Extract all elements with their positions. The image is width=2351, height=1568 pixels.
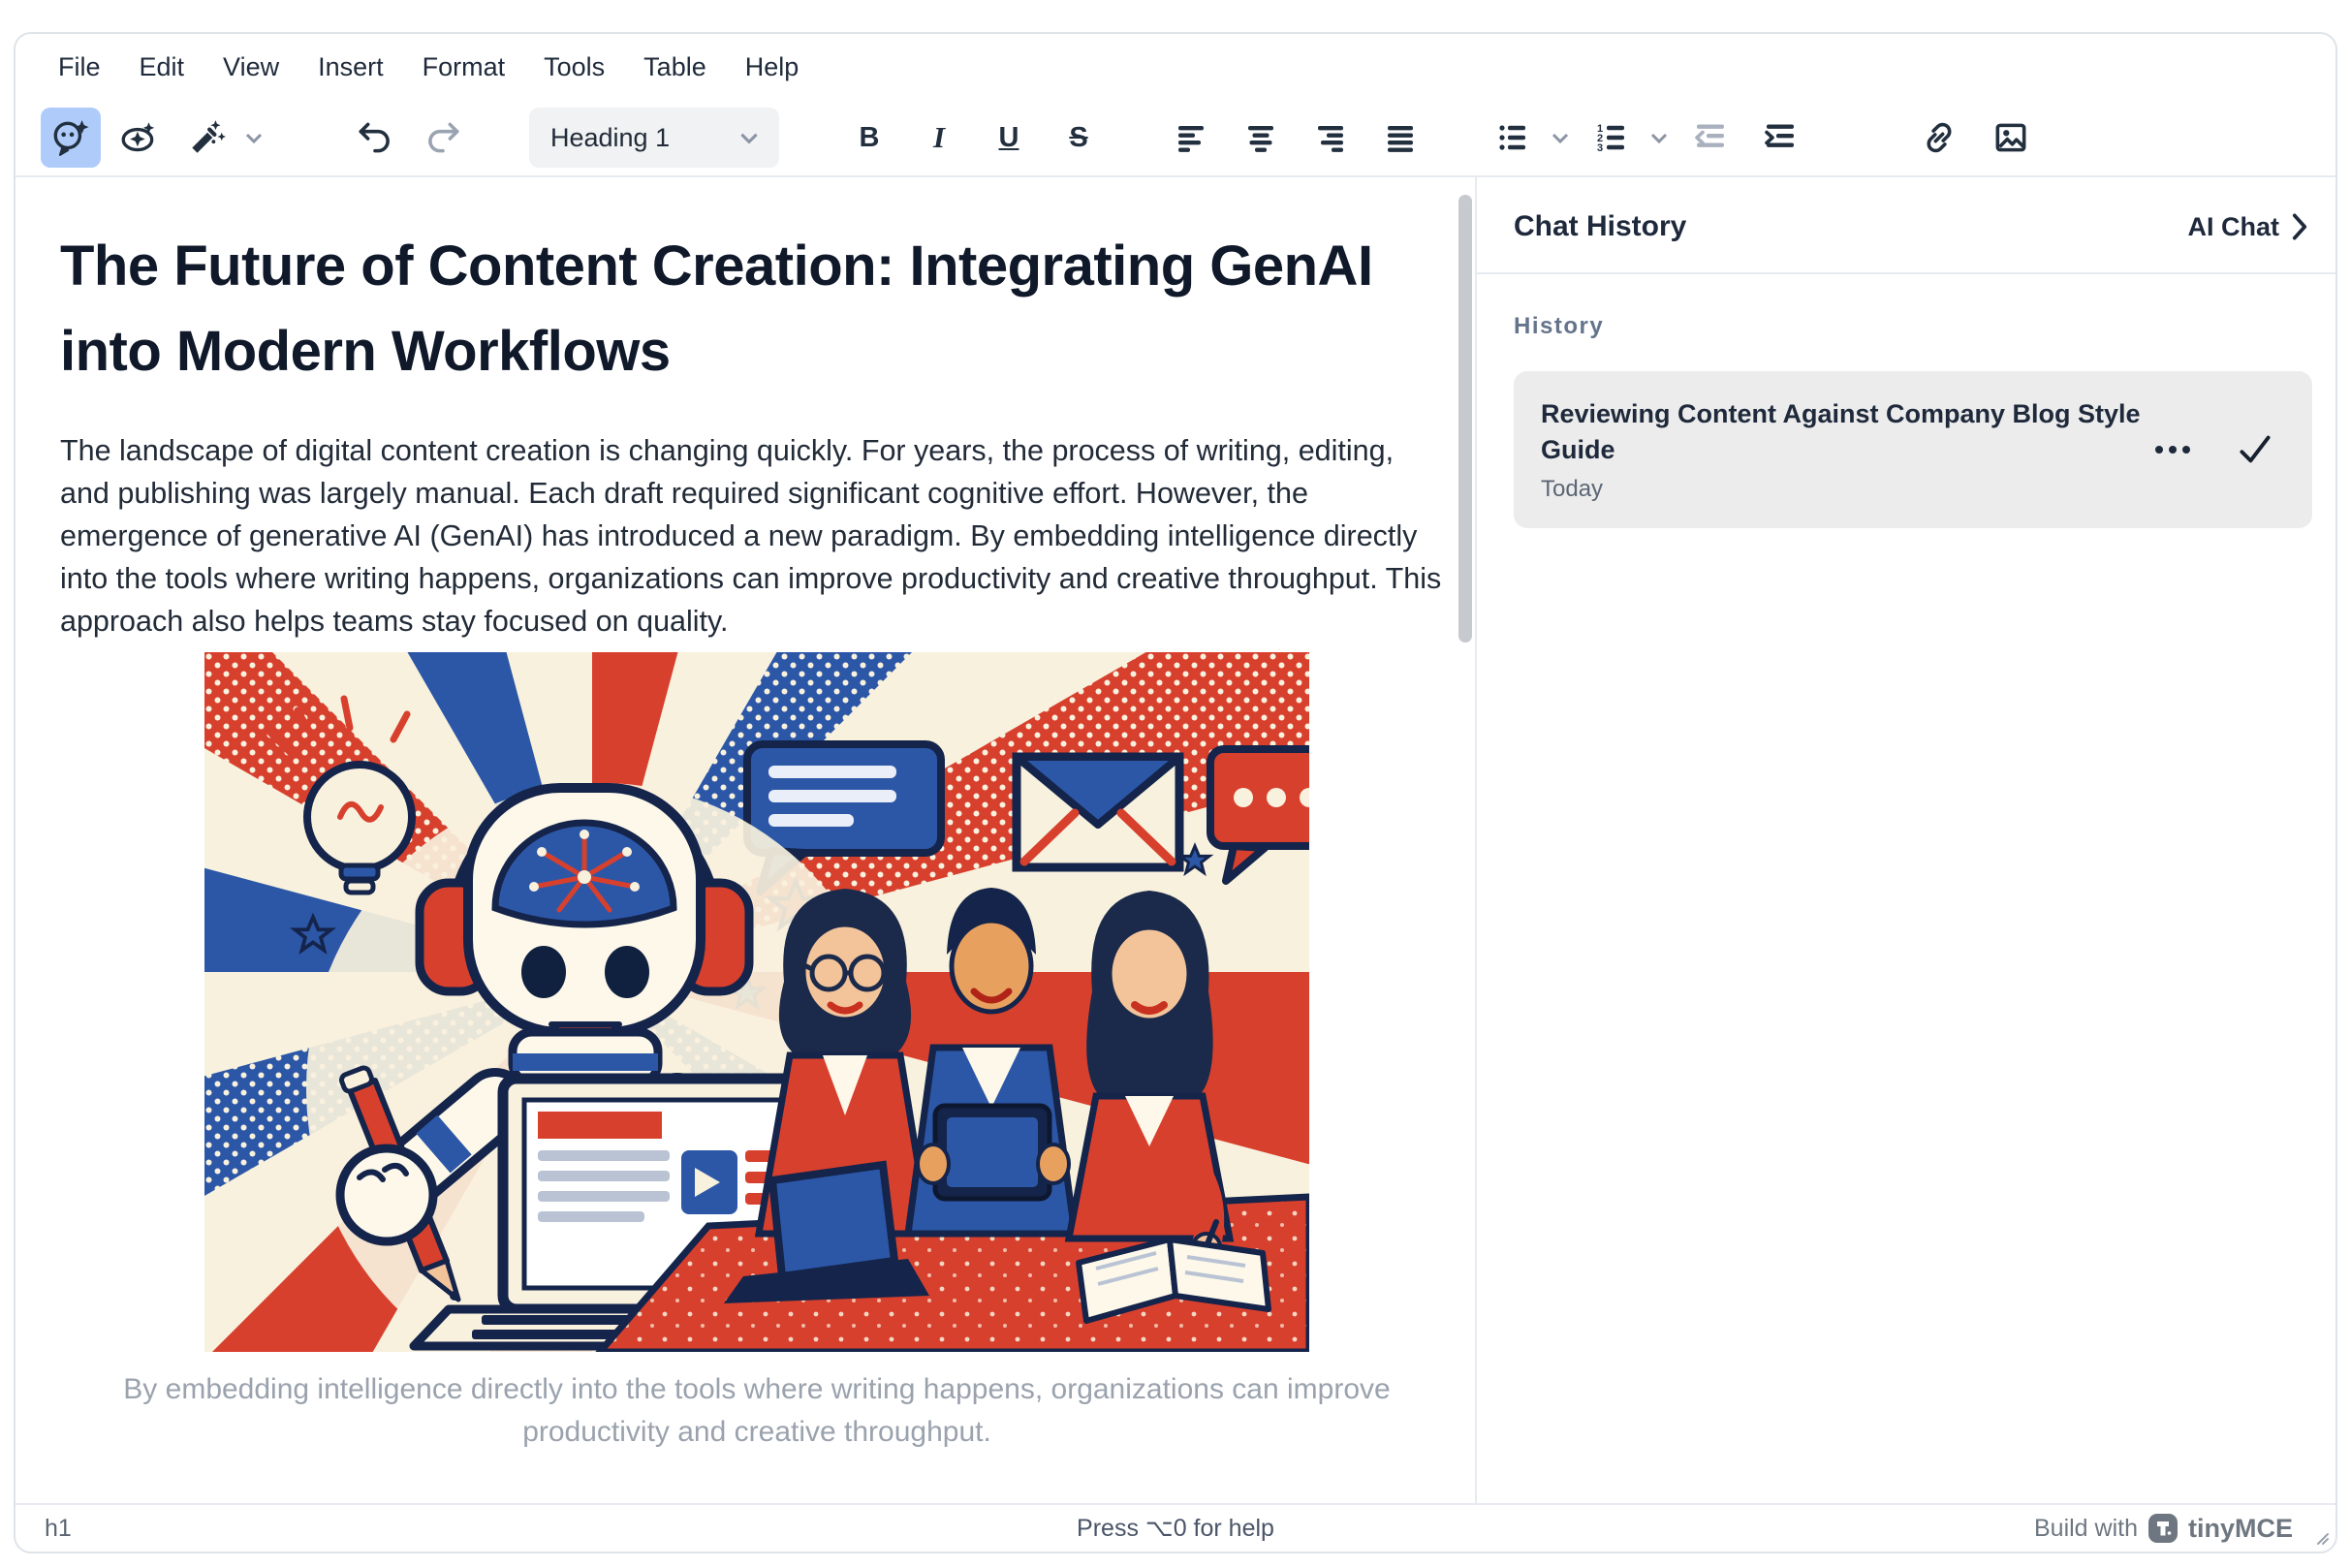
resize-handle-icon[interactable] (2314, 1530, 2330, 1546)
editor-window: File Edit View Insert Format Tools Table… (14, 32, 2337, 1553)
document-figure: By embedding intelligence directly into … (60, 652, 1454, 1454)
help-shortcut-text: Press ⌥0 for help (16, 1514, 2335, 1543)
menu-item-file[interactable]: File (39, 47, 120, 88)
history-item-date: Today (1541, 476, 2153, 503)
editor-image[interactable] (204, 652, 1309, 1352)
chevron-right-icon (2291, 213, 2308, 240)
outdent-button[interactable] (1680, 108, 1740, 168)
magic-wand-icon (186, 117, 227, 158)
undo-button[interactable] (345, 108, 405, 168)
format-select-value: Heading 1 (550, 123, 670, 153)
history-section-label: History (1514, 313, 2335, 340)
image-button[interactable] (1981, 108, 2041, 168)
chat-history-sidebar: Chat History AI Chat History Reviewing C… (1477, 177, 2335, 1503)
tinymce-logo-icon (2147, 1513, 2179, 1544)
chevron-down-icon (737, 125, 762, 150)
bullet-list-dropdown[interactable] (1543, 108, 1578, 168)
ai-chat-button[interactable] (41, 108, 101, 168)
strikethrough-glyph: S (1069, 122, 1087, 154)
history-list-item[interactable]: Reviewing Content Against Company Blog S… (1514, 371, 2312, 528)
menu-item-format[interactable]: Format (403, 47, 525, 88)
redo-icon (423, 117, 463, 158)
more-options-icon[interactable] (2153, 444, 2192, 455)
branding-prefix: Build with (2034, 1515, 2138, 1543)
document-paragraph[interactable]: The landscape of digital content creatio… (60, 429, 1446, 643)
ai-chat-icon (50, 117, 91, 158)
bold-glyph: B (860, 122, 880, 154)
envelope-icon (1017, 757, 1179, 867)
menu-item-table[interactable]: Table (624, 47, 726, 88)
bold-button[interactable]: B (839, 108, 899, 168)
link-icon (1919, 117, 1959, 158)
status-bar: h1 Press ⌥0 for help Build with tinyMCE (16, 1503, 2335, 1552)
numbered-list-icon: 1 2 3 (1592, 118, 1631, 157)
branding-name: tinyMCE (2188, 1514, 2293, 1544)
align-right-button[interactable] (1301, 108, 1361, 168)
document-heading[interactable]: The Future of Content Creation: Integrat… (60, 224, 1456, 394)
align-left-icon (1172, 118, 1210, 157)
image-icon (1991, 117, 2031, 158)
sidebar-header: Chat History AI Chat (1477, 177, 2335, 272)
main-area: The Future of Content Creation: Integrat… (16, 177, 2335, 1503)
link-button[interactable] (1909, 108, 1969, 168)
menu-item-insert[interactable]: Insert (298, 47, 403, 88)
menu-item-help[interactable]: Help (726, 47, 819, 88)
chevron-down-icon (1549, 126, 1572, 149)
sidebar-title: Chat History (1514, 210, 1686, 243)
align-center-icon (1241, 118, 1280, 157)
editor-content[interactable]: The Future of Content Creation: Integrat… (16, 177, 1456, 1503)
align-left-button[interactable] (1161, 108, 1221, 168)
format-select[interactable]: Heading 1 (529, 108, 779, 168)
undo-icon (355, 117, 395, 158)
underline-button[interactable]: U (979, 108, 1039, 168)
bullet-list-icon (1493, 118, 1532, 157)
checkmark-icon (2239, 435, 2272, 464)
numbered-list-dropdown[interactable] (1642, 108, 1677, 168)
ai-review-button[interactable] (109, 108, 169, 168)
numbered-list-button[interactable]: 1 2 3 (1582, 108, 1642, 168)
outdent-icon (1691, 118, 1730, 157)
sidebar-header-divider (1477, 272, 2335, 274)
italic-glyph: I (933, 120, 945, 155)
ai-shortcuts-dropdown[interactable] (236, 108, 271, 168)
svg-text:3: 3 (1597, 142, 1603, 154)
tinymce-branding[interactable]: Build with tinyMCE (2034, 1513, 2293, 1544)
bullet-list-button[interactable] (1483, 108, 1543, 168)
history-item-text: Reviewing Content Against Company Blog S… (1541, 396, 2153, 503)
ai-shortcuts-button[interactable] (176, 108, 236, 168)
toolbar: Heading 1 B I U S (16, 100, 2335, 177)
scrollbar-thumb[interactable] (1458, 195, 1472, 643)
history-item-actions (2153, 435, 2279, 464)
image-caption[interactable]: By embedding intelligence directly into … (60, 1368, 1454, 1454)
chevron-down-icon (1647, 126, 1671, 149)
redo-button[interactable] (413, 108, 473, 168)
menu-item-tools[interactable]: Tools (524, 47, 624, 88)
align-justify-icon (1381, 118, 1420, 157)
editor-scrollbar[interactable] (1456, 177, 1475, 1503)
history-item-title: Reviewing Content Against Company Blog S… (1541, 396, 2153, 468)
strikethrough-button[interactable]: S (1049, 108, 1109, 168)
menu-bar: File Edit View Insert Format Tools Table… (16, 34, 2335, 100)
chevron-down-icon (242, 126, 266, 149)
menu-item-edit[interactable]: Edit (120, 47, 204, 88)
align-justify-button[interactable] (1370, 108, 1430, 168)
align-right-icon (1311, 118, 1350, 157)
indent-icon (1761, 118, 1800, 157)
align-center-button[interactable] (1231, 108, 1291, 168)
italic-button[interactable]: I (909, 108, 969, 168)
indent-button[interactable] (1750, 108, 1810, 168)
ai-chat-link-label: AI Chat (2188, 212, 2280, 242)
ai-chat-link[interactable]: AI Chat (2188, 212, 2309, 242)
underline-glyph: U (999, 122, 1019, 154)
menu-item-view[interactable]: View (204, 47, 298, 88)
ai-review-icon (118, 117, 159, 158)
